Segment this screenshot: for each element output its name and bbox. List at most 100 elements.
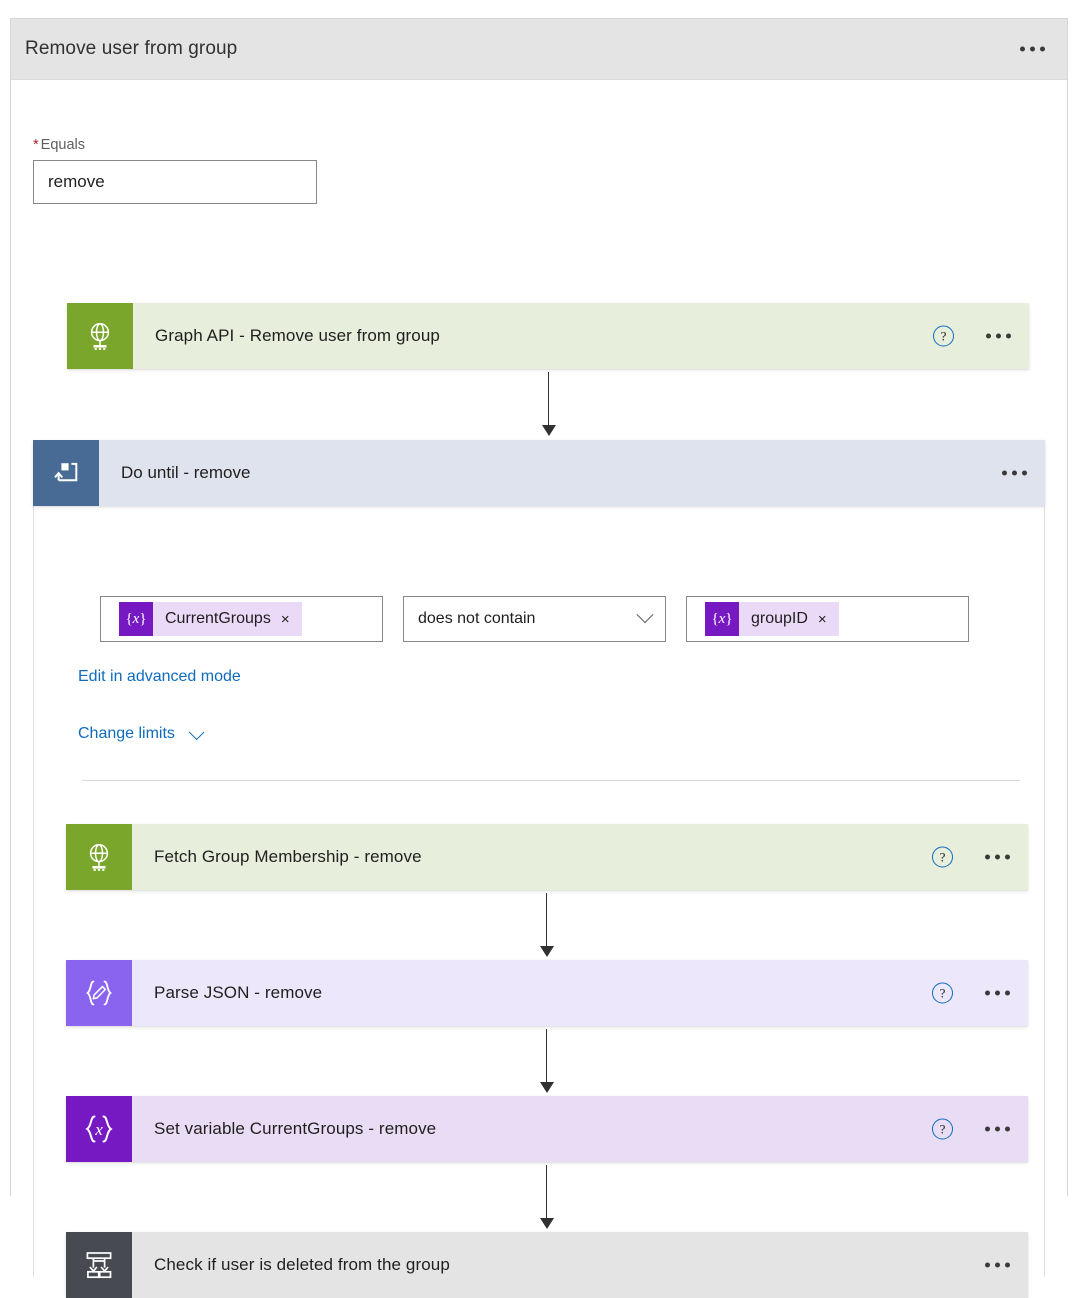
set-variable-icon: x — [66, 1096, 132, 1162]
help-circle-icon[interactable]: ? — [933, 325, 954, 347]
action-card-controls — [985, 1262, 1010, 1268]
token-brace-open: { — [711, 610, 719, 627]
action-card-controls: ? — [933, 325, 1011, 347]
help-circle-icon[interactable]: ? — [932, 1118, 953, 1140]
do-until-ellipsis-menu-button[interactable] — [1002, 470, 1027, 476]
change-limits-label: Change limits — [78, 725, 175, 742]
token-remove-button[interactable]: × — [818, 611, 839, 628]
equals-label-text: Equals — [40, 137, 85, 153]
action-ellipsis-menu-button[interactable] — [985, 990, 1010, 996]
ellipsis-icon — [985, 854, 990, 860]
action-card-body: Set variable CurrentGroups - remove ? — [132, 1096, 1028, 1162]
ellipsis-icon — [995, 990, 1000, 996]
token-brace-close: } — [725, 610, 733, 627]
action-card-controls: ? — [932, 1118, 1010, 1140]
do-until-body: {x} CurrentGroups × does not contain {x… — [34, 506, 1044, 1298]
ellipsis-icon — [985, 1262, 990, 1268]
ellipsis-icon — [1012, 470, 1017, 476]
ellipsis-icon — [996, 333, 1001, 339]
connector-arrowhead — [539, 1218, 554, 1229]
globe-http-icon — [66, 824, 132, 890]
equals-field-block: * Equals remove — [33, 137, 317, 204]
token-var-glyph: x — [718, 610, 726, 627]
equals-field-label: * Equals — [33, 137, 317, 153]
action-card-body: Fetch Group Membership - remove ? — [132, 824, 1028, 890]
action-ellipsis-menu-button[interactable] — [985, 1262, 1010, 1268]
help-circle-icon[interactable]: ? — [932, 846, 953, 868]
variable-token-icon: {x} — [119, 602, 153, 636]
connector-arrowhead — [541, 425, 556, 436]
designer-card: Remove user from group * Equals remove G… — [10, 18, 1068, 1298]
do-until-title: Do until - remove — [121, 463, 251, 482]
connector-stem — [547, 372, 550, 426]
ellipsis-icon — [985, 990, 990, 996]
chevron-down-icon — [636, 606, 654, 624]
connector-arrowhead — [539, 1082, 554, 1093]
connector-arrow — [539, 1029, 554, 1093]
token-label: CurrentGroups — [165, 610, 271, 627]
variable-token-currentgroups[interactable]: {x} CurrentGroups × — [119, 602, 302, 636]
loop-condition-row: {x} CurrentGroups × does not contain {x… — [100, 596, 969, 642]
connector-arrow — [539, 1165, 554, 1229]
parse-json-icon — [66, 960, 132, 1026]
ellipsis-icon — [1022, 470, 1027, 476]
token-brace-close: } — [139, 610, 147, 627]
do-until-loop-icon — [33, 440, 99, 506]
action-card-check-if-user-deleted[interactable]: Check if user is deleted from the group — [66, 1232, 1028, 1298]
action-title: Graph API - Remove user from group — [155, 326, 440, 345]
ellipsis-icon — [1030, 46, 1035, 52]
page-title: Remove user from group — [25, 38, 238, 59]
variable-token-icon: {x} — [705, 602, 739, 636]
ellipsis-icon — [1005, 1126, 1010, 1132]
action-card-controls: ? — [932, 982, 1010, 1004]
help-circle-icon[interactable]: ? — [932, 982, 953, 1004]
token-remove-button[interactable]: × — [281, 611, 302, 628]
action-card-fetch-group-membership[interactable]: Fetch Group Membership - remove ? — [66, 824, 1028, 890]
token-label: groupID — [751, 610, 808, 627]
ellipsis-icon — [1040, 46, 1045, 52]
svg-text:x: x — [94, 1120, 103, 1139]
action-ellipsis-menu-button[interactable] — [986, 333, 1011, 339]
variable-token-groupid[interactable]: {x} groupID × — [705, 602, 839, 636]
card-header: Remove user from group — [11, 19, 1067, 80]
ellipsis-icon — [1006, 333, 1011, 339]
token-brace-open: { — [125, 610, 133, 627]
action-title: Set variable CurrentGroups - remove — [154, 1119, 437, 1138]
connector-stem — [545, 1165, 548, 1219]
action-title: Parse JSON - remove — [154, 983, 323, 1002]
ellipsis-icon — [1005, 854, 1010, 860]
action-card-body: Parse JSON - remove ? — [132, 960, 1028, 1026]
do-until-scope: Do until - remove {x} CurrentGroups × do… — [33, 440, 1045, 1298]
connector-stem — [545, 893, 548, 947]
action-card-controls: ? — [932, 846, 1010, 868]
connector-arrow — [541, 372, 556, 436]
equals-input[interactable]: remove — [33, 160, 317, 204]
ellipsis-icon — [1005, 1262, 1010, 1268]
edit-in-advanced-mode-link[interactable]: Edit in advanced mode — [78, 668, 241, 686]
ellipsis-icon — [1005, 990, 1010, 996]
connector-arrow — [539, 893, 554, 957]
loop-condition-right-field[interactable]: {x} groupID × — [686, 596, 969, 642]
token-var-glyph: x — [132, 610, 140, 627]
action-ellipsis-menu-button[interactable] — [985, 854, 1010, 860]
action-card-parse-json[interactable]: Parse JSON - remove ? — [66, 960, 1028, 1026]
action-card-body: Graph API - Remove user from group ? — [133, 303, 1029, 369]
action-card-set-variable[interactable]: x Set variable CurrentGroups - remove ? — [66, 1096, 1028, 1162]
chevron-down-icon — [188, 724, 205, 740]
ellipsis-icon — [1020, 46, 1025, 52]
change-limits-link[interactable]: Change limits — [78, 724, 205, 743]
loop-condition-left-field[interactable]: {x} CurrentGroups × — [100, 596, 383, 642]
loop-condition-operator-dropdown[interactable]: does not contain — [403, 596, 666, 642]
ellipsis-icon — [995, 1262, 1000, 1268]
ellipsis-icon — [986, 333, 991, 339]
action-title: Fetch Group Membership - remove — [154, 847, 422, 866]
connector-arrowhead — [539, 946, 554, 957]
header-ellipsis-menu-button[interactable] — [1020, 46, 1045, 52]
action-card-graph-api[interactable]: Graph API - Remove user from group ? — [67, 303, 1029, 369]
do-until-header[interactable]: Do until - remove — [33, 440, 1045, 506]
required-marker: * — [33, 137, 39, 153]
action-ellipsis-menu-button[interactable] — [985, 1126, 1010, 1132]
ellipsis-icon — [1002, 470, 1007, 476]
connector-stem — [545, 1029, 548, 1083]
condition-branch-icon — [66, 1232, 132, 1298]
